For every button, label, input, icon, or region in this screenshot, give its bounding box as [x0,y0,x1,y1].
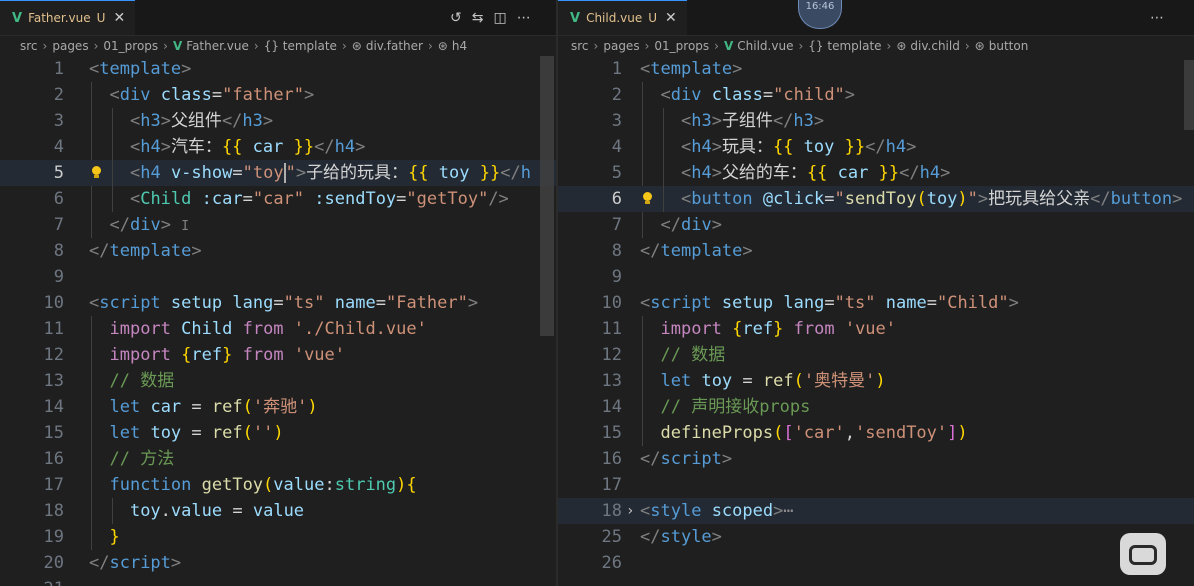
code-line: 21 [0,576,556,586]
fold-chevron-icon[interactable]: › [626,498,634,524]
code-line: 9 [611,267,622,287]
breadcrumb-item[interactable]: h4 [452,39,467,53]
code-line: 8 </template> [53,241,202,261]
vue-file-icon: V [12,10,23,26]
vertical-scrollbar[interactable] [1184,60,1194,130]
breadcrumb-item[interactable]: pages [603,39,639,53]
vue-file-icon: V [723,39,734,53]
code-line: 4 <h4>玩具：{{ toy }}</h4> [558,134,1194,160]
code-line: 13 // 数据 [0,368,556,394]
right-editor-pane: V Child.vue U ✕ ⋯ src › pages › 01_props › … [558,0,1194,586]
breadcrumb-item[interactable]: 01_props [654,39,709,53]
code-line: 18 toy.value = value [0,498,556,524]
code-line: 2 <div class="father"> [0,82,556,108]
code-line: 10 <script setup lang="ts" name="Father"> [43,293,479,313]
code-line: 5 <h4>父给的车：{{ car }}</h4> [558,160,1194,186]
compare-changes-icon[interactable]: ⇆ [472,10,484,26]
element-icon: ⊛ [351,39,362,53]
breadcrumb-item[interactable]: src [20,39,38,53]
editor-actions: ↺ ⇆ ◫ ⋯ [450,0,531,35]
breadcrumb: src › pages › 01_props › V Father.vue › {} te… [20,39,468,53]
code-line: 26 [601,553,622,573]
code-line: 7 </div> I [0,212,556,238]
code-line: 9 [53,267,64,287]
code-editor[interactable]: 1 <template> 2 <div class="child"> 3 <h3>… [558,56,1194,576]
close-icon[interactable]: ✕ [665,10,677,26]
vertical-scrollbar[interactable] [540,56,554,336]
breadcrumb: src › pages › 01_props › V Child.vue › {} tem… [571,39,1029,53]
bilibili-logo-icon [1120,533,1166,575]
code-line: 6 <Child :car="car" :sendToy="getToy"/> [0,186,556,212]
timeline-icon[interactable]: ↺ [450,10,462,26]
code-line: 1 <template> [611,59,743,79]
left-editor-pane: V Father.vue U ✕ ↺ ⇆ ◫ ⋯ src › pages › 01_… [0,0,556,586]
code-line: 15 let toy = ref('') [0,420,556,446]
code-line: 15 defineProps(['car','sendToy']) [558,420,1194,446]
code-line: 12 // 数据 [558,342,1194,368]
breadcrumb-item[interactable]: pages [52,39,88,53]
breadcrumb-item[interactable]: {} template [264,39,337,53]
breadcrumb-item[interactable]: button [989,39,1029,53]
right-tab-bar: V Child.vue U ✕ ⋯ [558,0,1194,36]
code-line: 10 <script setup lang="ts" name="Child"> [601,293,1019,313]
code-line: 19 } [0,524,556,550]
vue-file-icon: V [570,10,581,26]
code-editor[interactable]: 1 <template> 2 <div class="father"> 3 <h3… [0,56,556,586]
breadcrumb-item[interactable]: Father.vue [186,39,249,53]
breadcrumb-item[interactable]: Child.vue [737,39,793,53]
code-line: 25 </style> [601,527,722,547]
more-actions-icon[interactable]: ⋯ [517,10,531,26]
code-line: 20 </script> [43,553,182,573]
code-line: 17 function getToy(value:string){ [0,472,556,498]
code-line: 14 let car = ref('奔驰') [0,394,556,420]
code-line: 16 </script> [601,449,733,469]
breadcrumb-item[interactable]: div.father [366,39,423,53]
tab-status: U [648,11,658,25]
code-line-active: 6 <button @click="sendToy(toy)">把玩具给父亲</… [558,186,1194,212]
left-tab-bar: V Father.vue U ✕ ↺ ⇆ ◫ ⋯ [0,0,556,36]
code-line: 12 import {ref} from 'vue' [0,342,556,368]
code-line: 11 import Child from './Child.vue' [0,316,556,342]
code-line: 1 <template> [53,59,192,79]
tab-label: Child.vue [586,11,643,25]
tab-status: U [96,11,106,25]
code-line: 13 let toy = ref('奥特曼') [558,368,1194,394]
tab-child-vue[interactable]: V Child.vue U ✕ [558,0,687,35]
breadcrumb-item[interactable]: 01_props [103,39,158,53]
code-line: 3 <h3>父组件</h3> [0,108,556,134]
code-line: 17 [601,475,622,495]
tab-label: Father.vue [28,11,91,25]
code-line: 8 </template> [611,241,753,261]
breadcrumb-item[interactable]: div.child [910,39,959,53]
close-icon[interactable]: ✕ [113,10,125,26]
editor-actions: ⋯ [1150,0,1164,35]
element-icon: ⊛ [437,39,448,53]
code-line: 7 </div> [558,212,1194,238]
element-icon: ⊛ [896,39,907,53]
breadcrumb-item[interactable]: {} template [808,39,881,53]
code-line: 11 import {ref} from 'vue' [558,316,1194,342]
code-line-active: 5 <h4 v-show="toy ">子给的玩具：{{ toy }}</h [0,160,556,186]
code-line: 16 // 方法 [0,446,556,472]
more-actions-icon[interactable]: ⋯ [1150,10,1164,26]
code-line: 2 <div class="child"> [558,82,1194,108]
vue-file-icon: V [172,39,183,53]
code-line: 14 // 声明接收props [558,394,1194,420]
code-line: 3 <h3>子组件</h3> [558,108,1194,134]
code-line: 4 <h4>汽车：{{ car }}</h4> [0,134,556,160]
split-editor-icon[interactable]: ◫ [493,10,506,26]
breadcrumb-item[interactable]: src [571,39,589,53]
code-line-folded: 18 › <style scoped>⋯ [558,498,1194,524]
element-icon: ⊛ [974,39,985,53]
tab-father-vue[interactable]: V Father.vue U ✕ [0,0,136,35]
